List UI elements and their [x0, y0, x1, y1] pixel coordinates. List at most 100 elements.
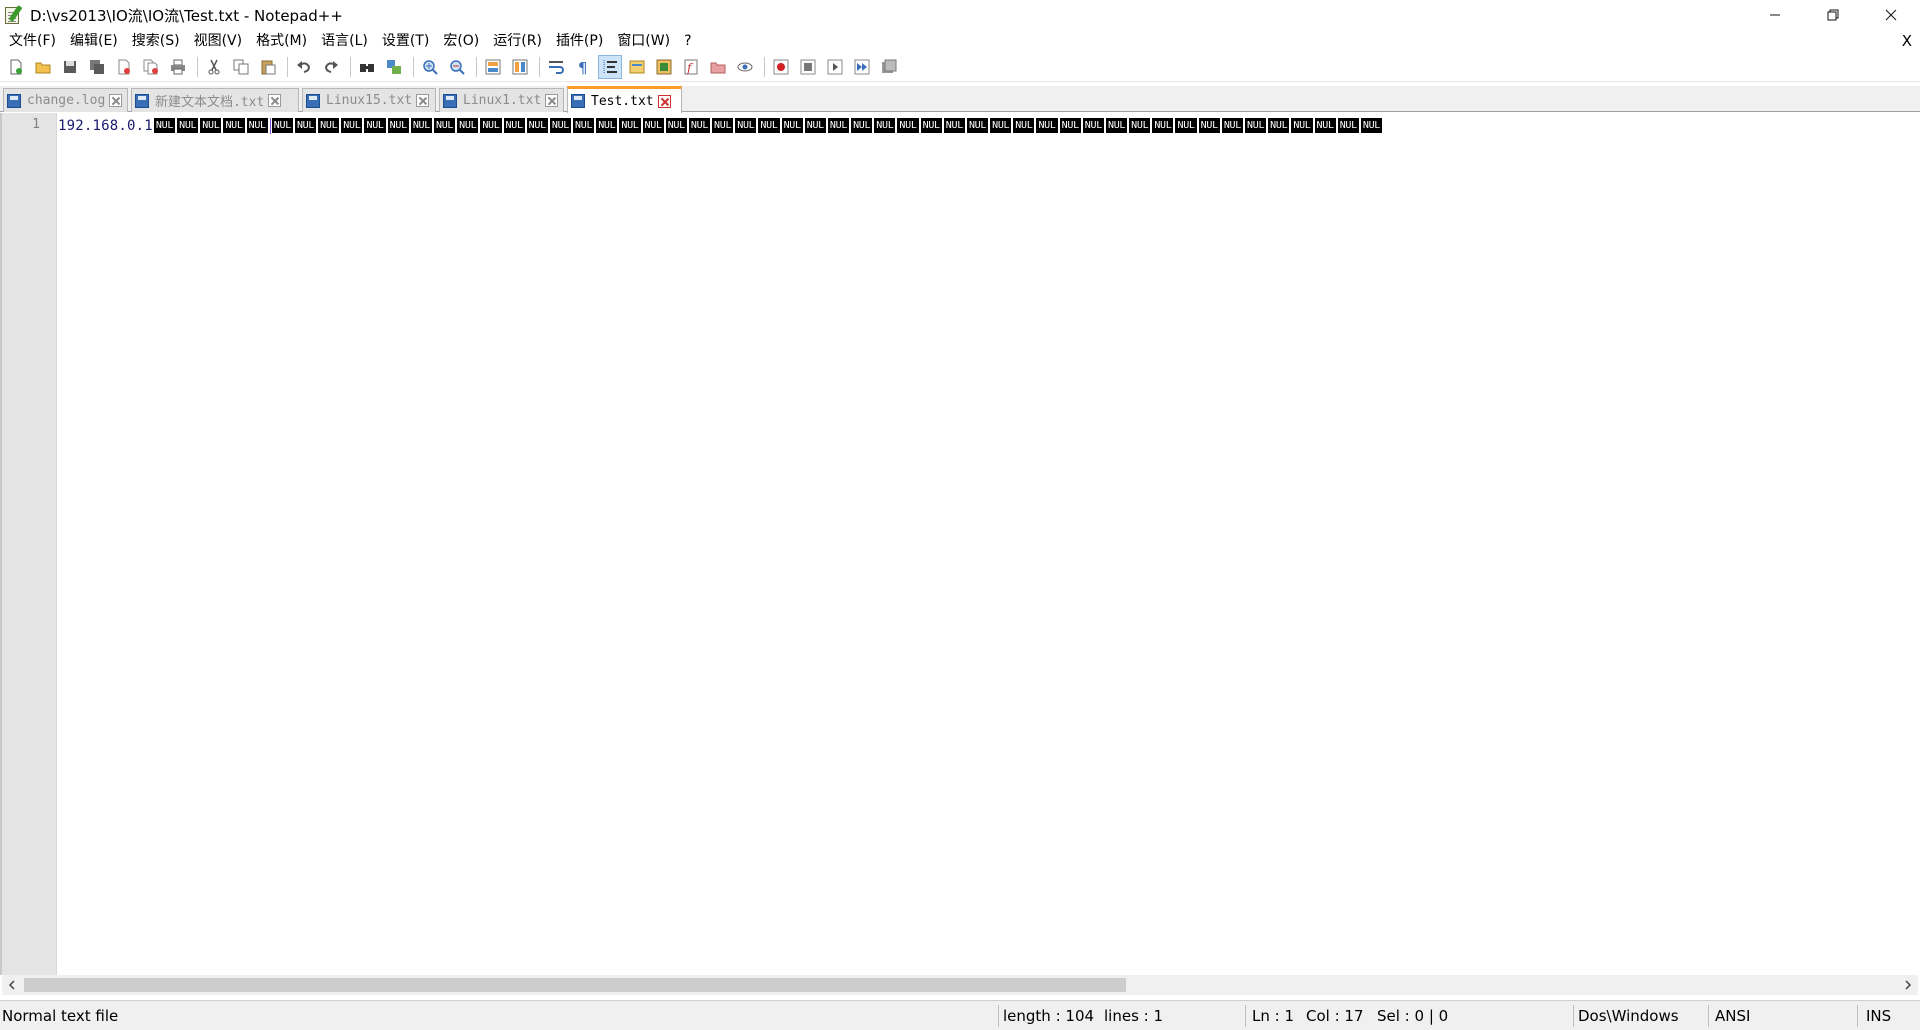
menu-language[interactable]: 语言(L): [314, 30, 375, 52]
scroll-right-button[interactable]: [1898, 975, 1918, 995]
scroll-left-button[interactable]: [2, 975, 22, 995]
show-all-characters-icon: ¶: [578, 59, 588, 75]
function-list-button[interactable]: f: [679, 55, 703, 79]
copy-button[interactable]: [229, 55, 253, 79]
stop-record-button[interactable]: [796, 55, 820, 79]
tab-label: Test.txt: [591, 93, 654, 109]
close-all-button[interactable]: [139, 55, 163, 79]
show-all-characters-button[interactable]: ¶: [571, 55, 595, 79]
undo-button[interactable]: [292, 55, 316, 79]
line-text: 192.168.0.1: [58, 117, 153, 134]
menu-macro[interactable]: 宏(O): [436, 30, 486, 52]
nul-character: NUL: [387, 117, 409, 133]
zoom-out-button[interactable]: [445, 55, 469, 79]
tab-linux15[interactable]: Linux15.txt: [302, 88, 436, 112]
code-line[interactable]: 192.168.0.1 NUL NUL NUL NUL NUL NUL NUL NUL NUL N…: [58, 117, 1918, 134]
menu-help[interactable]: ?: [677, 30, 698, 52]
status-insert-mode: INS: [1866, 1007, 1892, 1025]
nul-character: NUL: [410, 117, 432, 133]
menu-view[interactable]: 视图(V): [187, 30, 250, 52]
nul-character: NUL: [1082, 117, 1104, 133]
nul-character: NUL: [1036, 117, 1058, 133]
print-icon: [171, 59, 185, 74]
menu-settings[interactable]: 设置(T): [375, 30, 436, 52]
nul-character: NUL: [712, 117, 734, 133]
minimize-button[interactable]: [1746, 0, 1804, 30]
word-wrap-icon: [549, 60, 564, 74]
zoom-in-button[interactable]: [418, 55, 442, 79]
redo-button[interactable]: [319, 55, 343, 79]
record-macro-button[interactable]: [769, 55, 793, 79]
print-button[interactable]: [166, 55, 190, 79]
tab-close-icon[interactable]: [416, 94, 430, 107]
tab-linux1[interactable]: Linux1.txt: [439, 88, 564, 112]
tab-test[interactable]: Test.txt: [567, 86, 682, 113]
cut-button[interactable]: [202, 55, 226, 79]
sync-vertical-icon: [485, 59, 501, 74]
replace-button[interactable]: [382, 55, 406, 79]
menu-file[interactable]: 文件(F): [2, 30, 63, 52]
editor[interactable]: 1 192.168.0.1 NUL NUL NUL NUL NUL NUL NUL NUL NU…: [0, 113, 1920, 975]
toolbar-separator: [197, 56, 198, 77]
save-macro-button[interactable]: [877, 55, 901, 79]
menu-window[interactable]: 窗口(W): [610, 30, 677, 52]
nul-character: NUL: [1245, 117, 1267, 133]
paste-button[interactable]: [256, 55, 280, 79]
save-button[interactable]: [58, 55, 82, 79]
tab-close-icon[interactable]: [545, 94, 559, 107]
tab-new-text-document[interactable]: 新建文本文档.txt: [131, 88, 299, 112]
sync-vertical-button[interactable]: [481, 55, 505, 79]
play-macro-button[interactable]: [823, 55, 847, 79]
status-separator: [1573, 1005, 1574, 1027]
sync-horizontal-button[interactable]: [508, 55, 532, 79]
nul-character: NUL: [294, 117, 317, 133]
open-file-button[interactable]: [31, 55, 55, 79]
nul-character-sequence: NUL NUL NUL NUL NUL NUL NUL NUL NUL NUL NUL NUL NUL N…: [153, 117, 1384, 134]
nul-character: NUL: [1059, 117, 1081, 133]
nul-character: NUL: [758, 117, 780, 133]
restore-button[interactable]: [1804, 0, 1862, 30]
line-number: 1: [32, 117, 40, 132]
toolbar-separator: [413, 56, 414, 77]
save-macro-icon: [882, 59, 897, 73]
nul-character: NUL: [897, 117, 919, 133]
folder-as-workspace-button[interactable]: [706, 55, 730, 79]
nul-character: NUL: [200, 117, 222, 133]
save-all-button[interactable]: [85, 55, 109, 79]
menu-run[interactable]: 运行(R): [486, 30, 549, 52]
nul-character: NUL: [596, 117, 618, 133]
tab-close-icon[interactable]: [109, 94, 123, 107]
scrollbar-thumb[interactable]: [24, 978, 1126, 992]
redo-icon: [324, 60, 338, 73]
monitoring-button[interactable]: [733, 55, 757, 79]
folder-as-workspace-icon: [710, 62, 726, 73]
nul-character: NUL: [246, 117, 268, 133]
close-icon: [1885, 9, 1897, 21]
run-macro-multiple-button[interactable]: [850, 55, 874, 79]
indent-guide-button[interactable]: [598, 54, 622, 79]
tab-close-icon[interactable]: [657, 94, 671, 108]
menu-search[interactable]: 搜索(S): [125, 30, 187, 52]
word-wrap-button[interactable]: [544, 55, 568, 79]
tab-close-icon[interactable]: [268, 94, 282, 107]
horizontal-scrollbar[interactable]: [2, 975, 1918, 995]
new-file-button[interactable]: [4, 55, 28, 79]
status-separator: [998, 1005, 999, 1027]
menu-edit[interactable]: 编辑(E): [63, 30, 125, 52]
nul-character: NUL: [573, 117, 595, 133]
user-defined-language-button[interactable]: [625, 55, 649, 79]
close-button[interactable]: [112, 55, 136, 79]
document-map-button[interactable]: [652, 55, 676, 79]
nul-character: NUL: [549, 117, 572, 133]
tab-change-log[interactable]: change.log: [3, 88, 128, 112]
save-icon: [64, 60, 76, 73]
close-window-button[interactable]: [1862, 0, 1920, 30]
text-caret: [269, 117, 271, 134]
find-button[interactable]: [355, 55, 379, 79]
menu-plugins[interactable]: 插件(P): [549, 30, 610, 52]
nul-character: NUL: [851, 117, 873, 133]
menu-format[interactable]: 格式(M): [249, 30, 314, 52]
nul-character: NUL: [364, 117, 386, 133]
close-document-button[interactable]: X: [1902, 30, 1912, 52]
status-column: Col : 17: [1306, 1007, 1364, 1025]
